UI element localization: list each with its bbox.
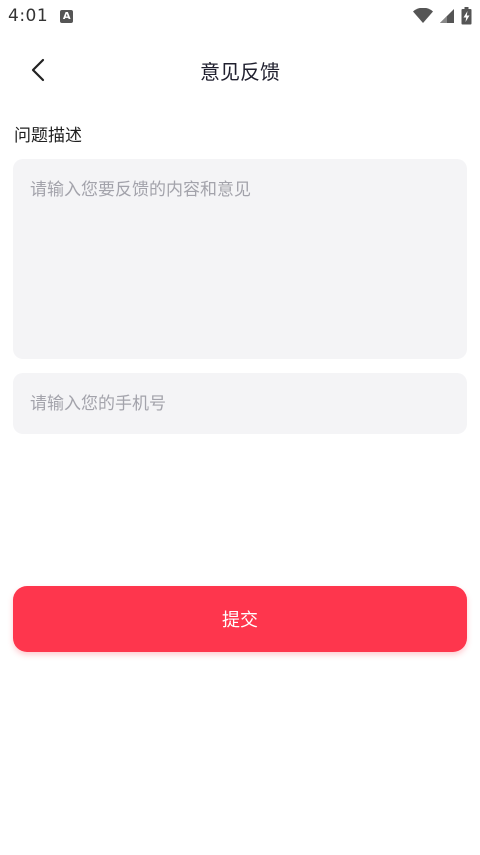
app-header: 意见反馈 — [0, 44, 480, 96]
phone-number-input[interactable] — [13, 373, 467, 434]
status-time: 4:01 — [8, 6, 49, 26]
description-label: 问题描述 — [14, 126, 82, 146]
page-title: 意见反馈 — [200, 60, 280, 84]
battery-charging-icon — [461, 7, 472, 25]
cellular-signal-icon — [440, 9, 454, 23]
status-right — [413, 7, 472, 25]
notification-app-icon: A — [60, 9, 74, 23]
status-bar: 4:01 A — [0, 0, 480, 32]
wifi-icon — [413, 8, 433, 23]
status-left: 4:01 A — [8, 6, 74, 26]
chevron-left-icon — [31, 58, 45, 82]
submit-button[interactable]: 提交 — [13, 586, 467, 652]
feedback-description-input[interactable] — [13, 159, 467, 359]
back-button[interactable] — [18, 52, 58, 88]
